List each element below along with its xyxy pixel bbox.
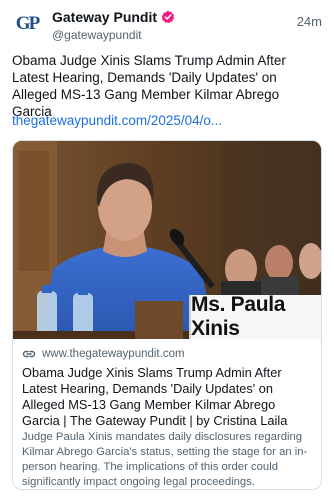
card-title[interactable]: Obama Judge Xinis Slams Trump Admin Afte… (22, 365, 314, 429)
verified-badge-icon (161, 10, 175, 24)
post-header: Gateway Pundit @gatewaypundit (52, 8, 282, 42)
name-row: Gateway Pundit (52, 8, 282, 25)
avatar-logo: GP (15, 13, 40, 34)
card-description: Judge Paula Xinis mandates daily disclos… (22, 431, 308, 488)
post: GP Gateway Pundit @gatewaypundit 24m Oba… (0, 0, 334, 500)
display-name[interactable]: Gateway Pundit (52, 9, 157, 25)
card-domain-row: www.thegatewaypundit.com (22, 347, 314, 361)
timestamp[interactable]: 24m (297, 14, 322, 29)
card-body: www.thegatewaypundit.com Obama Judge Xin… (22, 347, 314, 489)
link-preview-card[interactable]: Ms. Paula Xinis www.thegatewaypundit.com… (12, 140, 322, 490)
post-text: Obama Judge Xinis Slams Trump Admin Afte… (12, 53, 286, 119)
card-domain: www.thegatewaypundit.com (42, 348, 185, 360)
post-link[interactable]: thegatewaypundit.com/2025/04/o... (12, 113, 322, 128)
name-placard: Ms. Paula Xinis (189, 293, 321, 339)
link-icon (22, 347, 36, 361)
avatar[interactable]: GP (12, 9, 42, 39)
handle[interactable]: @gatewaypundit (52, 28, 282, 42)
card-image[interactable]: Ms. Paula Xinis (13, 141, 321, 339)
placard-text: Ms. Paula Xinis (191, 293, 286, 339)
